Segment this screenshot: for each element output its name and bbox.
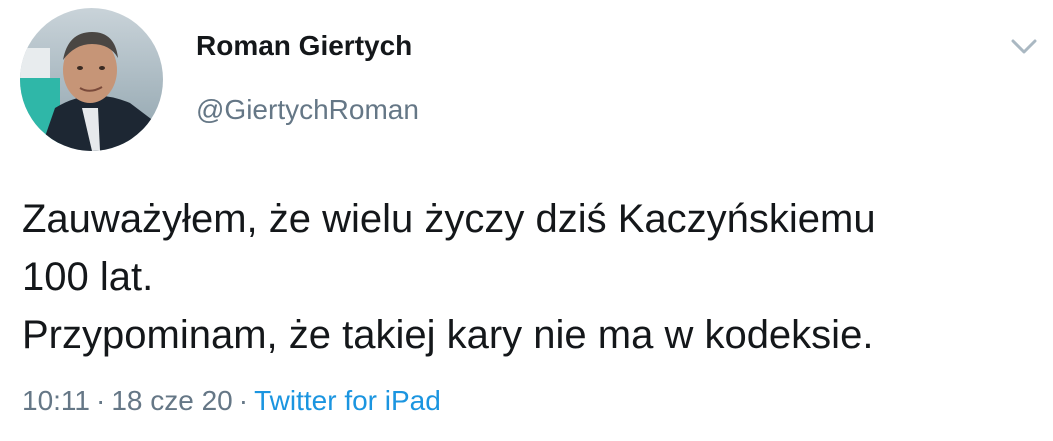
meta-separator: · bbox=[96, 385, 106, 416]
tweet-text-line: Przypominam, że takiej kary nie ma w kod… bbox=[22, 313, 874, 357]
tweet-text-line: 100 lat. bbox=[22, 255, 154, 299]
tweet-text-line: Zauważyłem, że wielu życzy dziś Kaczyńsk… bbox=[22, 197, 876, 241]
profile-photo-icon bbox=[20, 8, 163, 151]
chevron-down-icon[interactable] bbox=[1008, 30, 1040, 62]
tweet-date[interactable]: 18 cze 20 bbox=[111, 385, 232, 416]
tweet-meta: 10:11 · 18 cze 20 · Twitter for iPad bbox=[22, 385, 441, 417]
tweet-text: Zauważyłem, że wielu życzy dziś Kaczyńsk… bbox=[22, 190, 1042, 364]
meta-separator: · bbox=[238, 385, 249, 416]
tweet-card: Roman Giertych @GiertychRoman Zauważyłem… bbox=[0, 0, 1053, 441]
tweet-time[interactable]: 10:11 bbox=[22, 385, 90, 416]
author-display-name[interactable]: Roman Giertych bbox=[196, 30, 412, 62]
avatar[interactable] bbox=[20, 8, 163, 151]
tweet-source-link[interactable]: Twitter for iPad bbox=[254, 385, 441, 416]
author-handle[interactable]: @GiertychRoman bbox=[196, 94, 419, 126]
